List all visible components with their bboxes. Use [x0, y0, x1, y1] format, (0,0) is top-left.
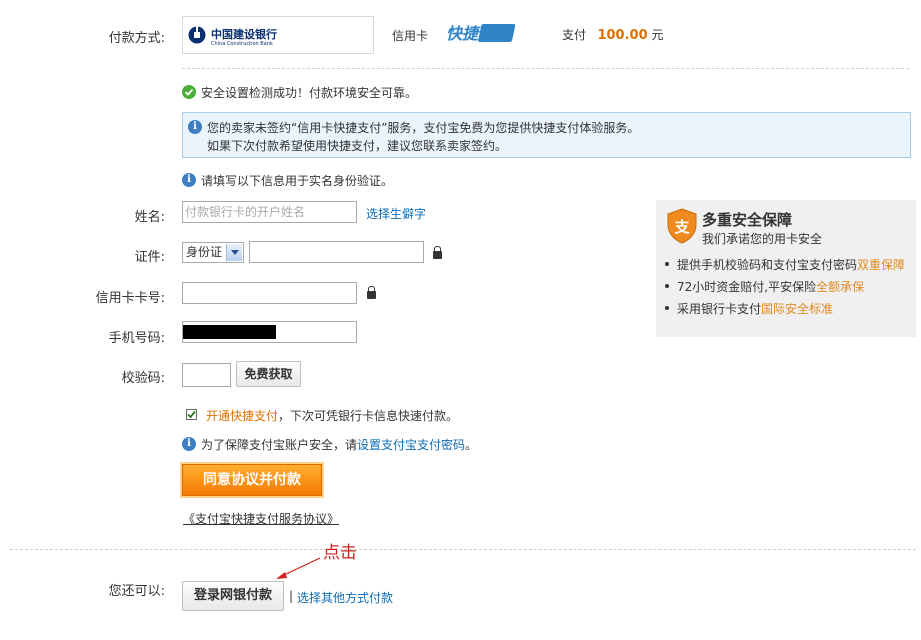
panel-item-text: 72小时资金赔付,平安保险 [677, 280, 817, 294]
redacted-phone [183, 325, 276, 339]
divider-top [182, 68, 909, 69]
panel-item-highlight: 双重保障 [857, 258, 906, 272]
quickpay-desc: ，下次可凭银行卡信息快速付款。 [278, 409, 459, 423]
id-number-input[interactable] [249, 241, 424, 263]
code-label: 校验码: [121, 371, 165, 386]
panel-item: 提供手机校验码和支付宝支付密码双重保障 [677, 256, 905, 273]
bullet [665, 262, 669, 266]
pwd-hint: 为了保障支付宝账户安全，请设置支付宝支付密码。 [201, 436, 477, 453]
bullet [665, 306, 669, 310]
code-input[interactable] [182, 363, 231, 387]
panel-title: 多重安全保障 [702, 211, 793, 229]
lock-icon [367, 286, 376, 299]
other-options-label: 您还可以: [108, 584, 165, 599]
bank-name-en: China Construction Bank [211, 41, 273, 47]
id-label: 证件: [134, 250, 165, 265]
shield-icon: 支 [667, 208, 697, 244]
pwd-hint-end: 。 [465, 438, 478, 452]
kuaijie-logo-icon: 快捷支付 [446, 24, 516, 43]
security-panel: 支 多重安全保障 我们承诺您的用卡安全 提供手机校验码和支付宝支付密码双重保障 … [656, 200, 916, 337]
set-pwd-link[interactable]: 设置支付宝支付密码 [357, 438, 465, 452]
name-label: 姓名: [134, 210, 165, 225]
panel-subtitle: 我们承诺您的用卡安全 [702, 232, 823, 246]
separator: | [289, 589, 294, 603]
panel-item-text: 采用银行卡支付 [677, 302, 762, 316]
shield-char: 支 [673, 218, 690, 236]
info-icon: i [182, 173, 196, 187]
security-ok-text: 安全设置检测成功！付款环境安全可靠。 [201, 86, 418, 100]
notice-line2: 如果下次付款希望使用快捷支付，建议您联系卖家签约。 [207, 139, 508, 153]
panel-item-highlight: 国际安全标准 [761, 302, 834, 316]
netbank-pay-button[interactable]: 登录网银付款 [182, 581, 284, 611]
amount-unit: 元 [651, 28, 664, 42]
panel-item: 72小时资金赔付,平安保险全额承保 [677, 278, 864, 295]
bank-name-cn: 中国建设银行 [211, 28, 277, 41]
info-icon: i [188, 120, 202, 134]
get-code-button[interactable]: 免费获取 [236, 361, 301, 387]
notice-line1: 您的卖家未签约“信用卡快捷支付”服务，支付宝免费为您提供快捷支付体验服务。 [207, 121, 640, 135]
annotation-arrow-icon [276, 557, 321, 579]
quickpay-text: 开通快捷支付，下次可凭银行卡信息快速付款。 [206, 407, 458, 424]
divider-bottom [10, 549, 916, 550]
payment-method-label: 付款方式: [108, 31, 165, 46]
info-icon: i [182, 437, 196, 451]
amount-value: 100.00 [597, 28, 648, 43]
bank-selector[interactable]: 中国建设银行 China Construction Bank [182, 16, 374, 54]
id-type-select[interactable]: 身份证 [182, 242, 244, 263]
notice-box: i 您的卖家未签约“信用卡快捷支付”服务，支付宝免费为您提供快捷支付体验服务。 … [182, 112, 911, 158]
amount-display: 支付 100.00 元 [562, 26, 663, 43]
fill-hint: 请填写以下信息用于实名身份验证。 [201, 174, 394, 188]
pay-label: 支付 [562, 28, 587, 42]
chevron-down-icon [226, 244, 242, 261]
phone-label: 手机号码: [108, 331, 165, 346]
name-input[interactable]: 付款银行卡的开户姓名 [182, 201, 357, 223]
card-type: 信用卡 [392, 29, 429, 43]
card-number-label: 信用卡卡号: [95, 291, 165, 306]
other-method-link[interactable]: 选择其他方式付款 [297, 589, 393, 606]
panel-item-text: 提供手机校验码和支付宝支付密码 [677, 258, 858, 272]
panel-item: 采用银行卡支付国际安全标准 [677, 300, 833, 317]
card-number-input[interactable] [182, 282, 357, 304]
kuaijie-text: 快捷支付 [446, 24, 513, 43]
bullet [665, 284, 669, 288]
agree-pay-button[interactable]: 同意协议并付款 [182, 464, 322, 496]
quickpay-link[interactable]: 开通快捷支付 [206, 409, 278, 423]
panel-item-highlight: 全额承保 [816, 280, 865, 294]
agreement-link[interactable]: 《支付宝快捷支付服务协议》 [183, 510, 339, 527]
check-circle-icon [182, 85, 196, 99]
id-type-value: 身份证 [186, 245, 223, 259]
rare-char-link[interactable]: 选择生僻字 [366, 205, 426, 222]
pwd-hint-text: 为了保障支付宝账户安全，请 [201, 438, 358, 452]
ccb-logo-icon [188, 26, 206, 44]
phone-input[interactable] [182, 321, 357, 343]
lock-icon [433, 246, 442, 259]
quickpay-checkbox[interactable] [186, 409, 197, 420]
